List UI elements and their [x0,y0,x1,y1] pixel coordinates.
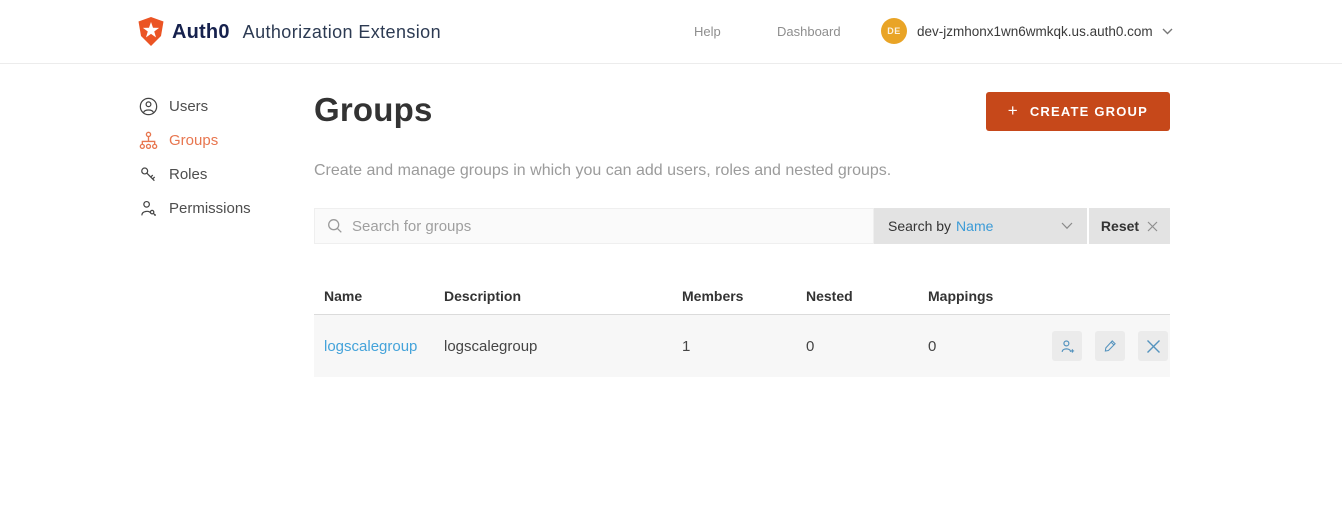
search-by-value: Name [956,218,994,234]
group-nested-count: 0 [806,337,815,355]
group-mappings-count: 0 [928,337,937,355]
tenant-domain: dev-jzmhonx1wn6wmkqk.us.auth0.com [917,23,1153,39]
auth0-logo-icon [137,17,165,47]
groups-table: Name Description Members Nested Mappings… [314,277,1170,377]
search-icon [327,218,343,234]
sidebar-item-roles[interactable]: Roles [139,162,251,186]
app-title: Authorization Extension [242,21,441,42]
search-input-wrap [314,208,874,244]
main-content: Groups + CREATE GROUP Create and manage … [314,88,1170,377]
sidebar-item-label: Permissions [169,199,251,217]
table-row: logscalegroup logscalegroup 1 0 0 [314,315,1170,377]
column-header-members: Members [682,287,744,304]
sidebar-item-permissions[interactable]: Permissions [139,196,251,220]
tenant-menu[interactable]: DE dev-jzmhonx1wn6wmkqk.us.auth0.com [881,18,1173,44]
brand: Auth0 Authorization Extension [137,0,441,64]
group-members-count: 1 [682,337,691,355]
edit-group-button[interactable] [1095,331,1125,361]
add-member-button[interactable] [1052,331,1082,361]
table-header: Name Description Members Nested Mappings [314,277,1170,315]
group-description: logscalegroup [444,337,538,355]
sidebar-item-groups[interactable]: Groups [139,128,251,152]
top-header: Auth0 Authorization Extension Help Dashb… [0,0,1342,64]
sidebar-item-label: Groups [169,131,219,149]
delete-group-button[interactable] [1138,331,1168,361]
edit-pencil-icon [1102,338,1118,354]
search-by-dropdown[interactable]: Search by Name [874,208,1087,244]
chevron-down-icon [1162,28,1173,35]
delete-x-icon [1146,339,1161,354]
sidebar-item-label: Roles [169,165,208,183]
column-header-name: Name [324,287,363,304]
page-description: Create and manage groups in which you ca… [314,162,892,179]
brand-name: Auth0 [172,20,230,43]
user-icon [139,97,158,116]
sidebar-item-label: Users [169,97,209,115]
help-link[interactable]: Help [694,24,721,39]
row-actions [1052,331,1170,361]
roles-icon [139,165,158,184]
chevron-down-icon [1061,222,1073,230]
sidebar-item-users[interactable]: Users [139,94,251,118]
groups-icon [139,131,158,150]
search-input[interactable] [352,217,861,235]
plus-icon: + [1007,101,1019,120]
permissions-icon [139,199,158,218]
column-header-nested: Nested [806,287,853,304]
reset-button[interactable]: Reset [1089,208,1170,244]
dashboard-link[interactable]: Dashboard [777,24,841,39]
search-by-label: Search by [888,218,952,234]
group-name-link[interactable]: logscalegroup [324,338,417,355]
page-title: Groups [314,91,433,128]
search-bar: Search by Name Reset [314,208,1170,244]
create-group-button[interactable]: + CREATE GROUP [985,92,1170,131]
auth0-authorization-extension-page: Auth0 Authorization Extension Help Dashb… [0,0,1342,532]
column-header-mappings: Mappings [928,287,994,304]
add-member-icon [1059,338,1076,355]
avatar: DE [881,18,907,44]
column-header-description: Description [444,287,522,304]
close-icon [1147,221,1158,232]
sidebar: Users Groups Roles Permissions [139,94,251,230]
